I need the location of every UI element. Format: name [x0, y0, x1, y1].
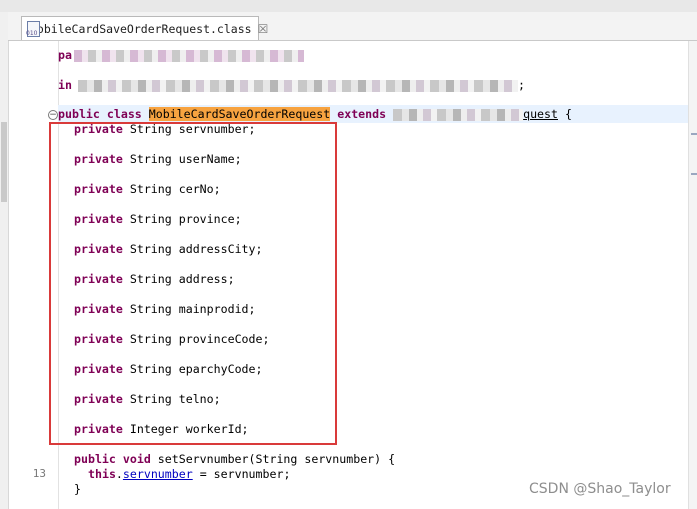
code-line-package: pa [58, 46, 304, 64]
watermark: CSDN @Shao_Taylor [529, 481, 671, 497]
blurred-region [393, 108, 524, 121]
code-line-assignment: this.servnumber = servnumber; [88, 467, 291, 481]
editor-tab-bar: 010 MobileCardSaveOrderRequest.class ☒ [8, 12, 697, 41]
collapse-icon[interactable]: − [48, 110, 58, 120]
left-panel-edge[interactable] [0, 12, 9, 509]
left-scroll-thumb[interactable] [1, 122, 7, 202]
tab-label: MobileCardSaveOrderRequest.class [30, 21, 252, 36]
code-line-close-brace: } [74, 482, 81, 496]
line-number: 13 [32, 467, 46, 480]
blurred-region [77, 79, 518, 92]
annotation-box [49, 122, 337, 445]
window-top-strip [0, 0, 697, 12]
class-name-highlight: MobileCardSaveOrderRequest [148, 107, 331, 121]
blurred-region [73, 49, 304, 62]
ruler-marker [691, 173, 697, 175]
ruler-marker [691, 133, 697, 135]
overview-ruler[interactable] [688, 41, 697, 509]
tab-mobilecardsaveorderrequest-class[interactable]: 010 MobileCardSaveOrderRequest.class ☒ [21, 16, 268, 40]
close-icon[interactable]: ☒ [258, 22, 269, 36]
code-line-import: in; [58, 78, 525, 92]
